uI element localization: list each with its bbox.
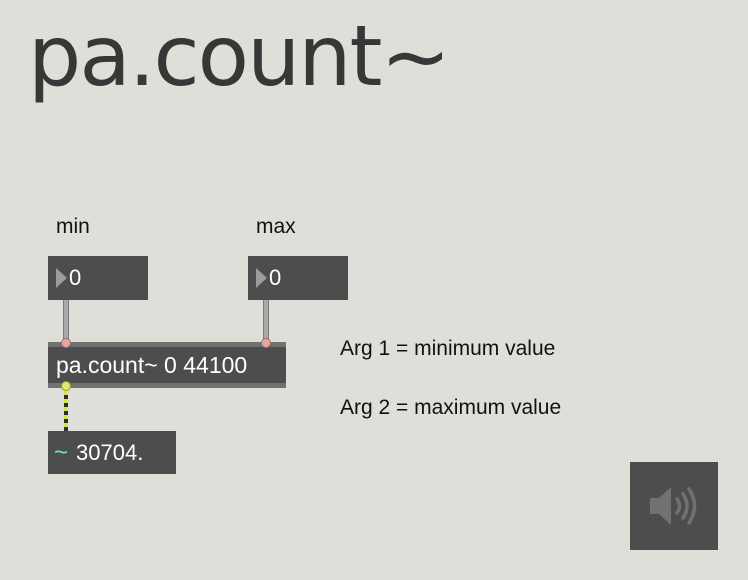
signal-value: 30704.	[76, 439, 144, 465]
object-text: pa.count~ 0 44100	[56, 351, 248, 378]
pa-count-object[interactable]: pa.count~ 0 44100	[48, 342, 286, 388]
signal-number-box[interactable]: ~ 30704.	[48, 431, 176, 474]
triangle-right-icon	[56, 268, 67, 288]
signal-outlet[interactable]	[61, 381, 71, 391]
min-number-box[interactable]: 0	[48, 256, 148, 300]
signal-wave-icon: ~	[54, 438, 69, 466]
left-inlet[interactable]	[61, 338, 71, 348]
triangle-right-icon	[256, 268, 267, 288]
max-number-value: 0	[269, 265, 282, 290]
min-number-value: 0	[69, 265, 82, 290]
patch-cord-min[interactable]	[63, 300, 69, 342]
page-title: pa.count~	[28, 7, 451, 105]
max-number-box[interactable]: 0	[248, 256, 348, 300]
comment-arg2: Arg 2 = maximum value	[340, 396, 562, 419]
comment-arg1: Arg 1 = minimum value	[340, 337, 556, 360]
right-inlet[interactable]	[261, 338, 271, 348]
audio-toggle-button[interactable]	[630, 462, 718, 550]
patch-cord-max[interactable]	[263, 300, 269, 342]
speaker-icon	[650, 487, 697, 525]
min-label: min	[56, 215, 90, 238]
signal-patch-cord[interactable]	[64, 391, 68, 431]
max-label: max	[256, 215, 296, 238]
